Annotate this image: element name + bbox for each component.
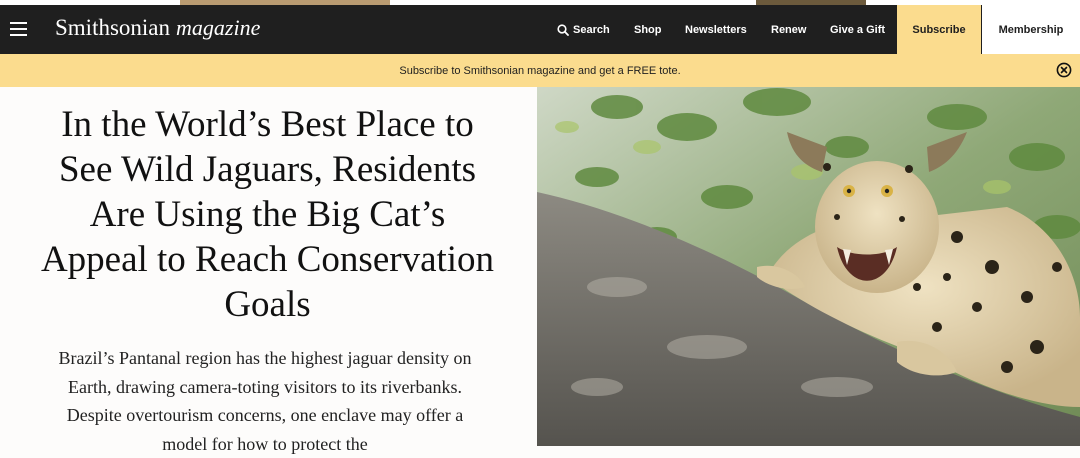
logo-wordmark: Smithsonian [55, 15, 171, 40]
site-logo[interactable]: Smithsonian magazine [55, 15, 260, 45]
hamburger-menu-icon[interactable] [10, 22, 27, 36]
close-circle-icon[interactable] [1056, 62, 1072, 78]
site-header: Smithsonian magazine Search Shop Newslett… [0, 5, 1080, 54]
search-icon [557, 23, 569, 36]
logo-subtitle: magazine [176, 15, 261, 40]
search-link[interactable]: Search [557, 5, 610, 54]
jaguar-photo [537, 87, 1080, 446]
promo-banner-text: Subscribe to Smithsonian magazine and ge… [399, 64, 681, 77]
promo-banner[interactable]: Subscribe to Smithsonian magazine and ge… [0, 54, 1080, 87]
give-a-gift-link[interactable]: Give a Gift [830, 5, 885, 54]
article-headline: In the World’s Best Place to See Wild Ja… [40, 104, 495, 325]
membership-button[interactable]: Membership [982, 5, 1080, 54]
shop-link[interactable]: Shop [634, 5, 662, 54]
newsletters-link[interactable]: Newsletters [685, 5, 747, 54]
hero-image [537, 87, 1080, 446]
subscribe-button[interactable]: Subscribe [897, 5, 981, 54]
search-link-label: Search [573, 23, 610, 36]
article-dek: Brazil’s Pantanal region has the highest… [58, 348, 472, 454]
renew-link[interactable]: Renew [771, 5, 806, 54]
